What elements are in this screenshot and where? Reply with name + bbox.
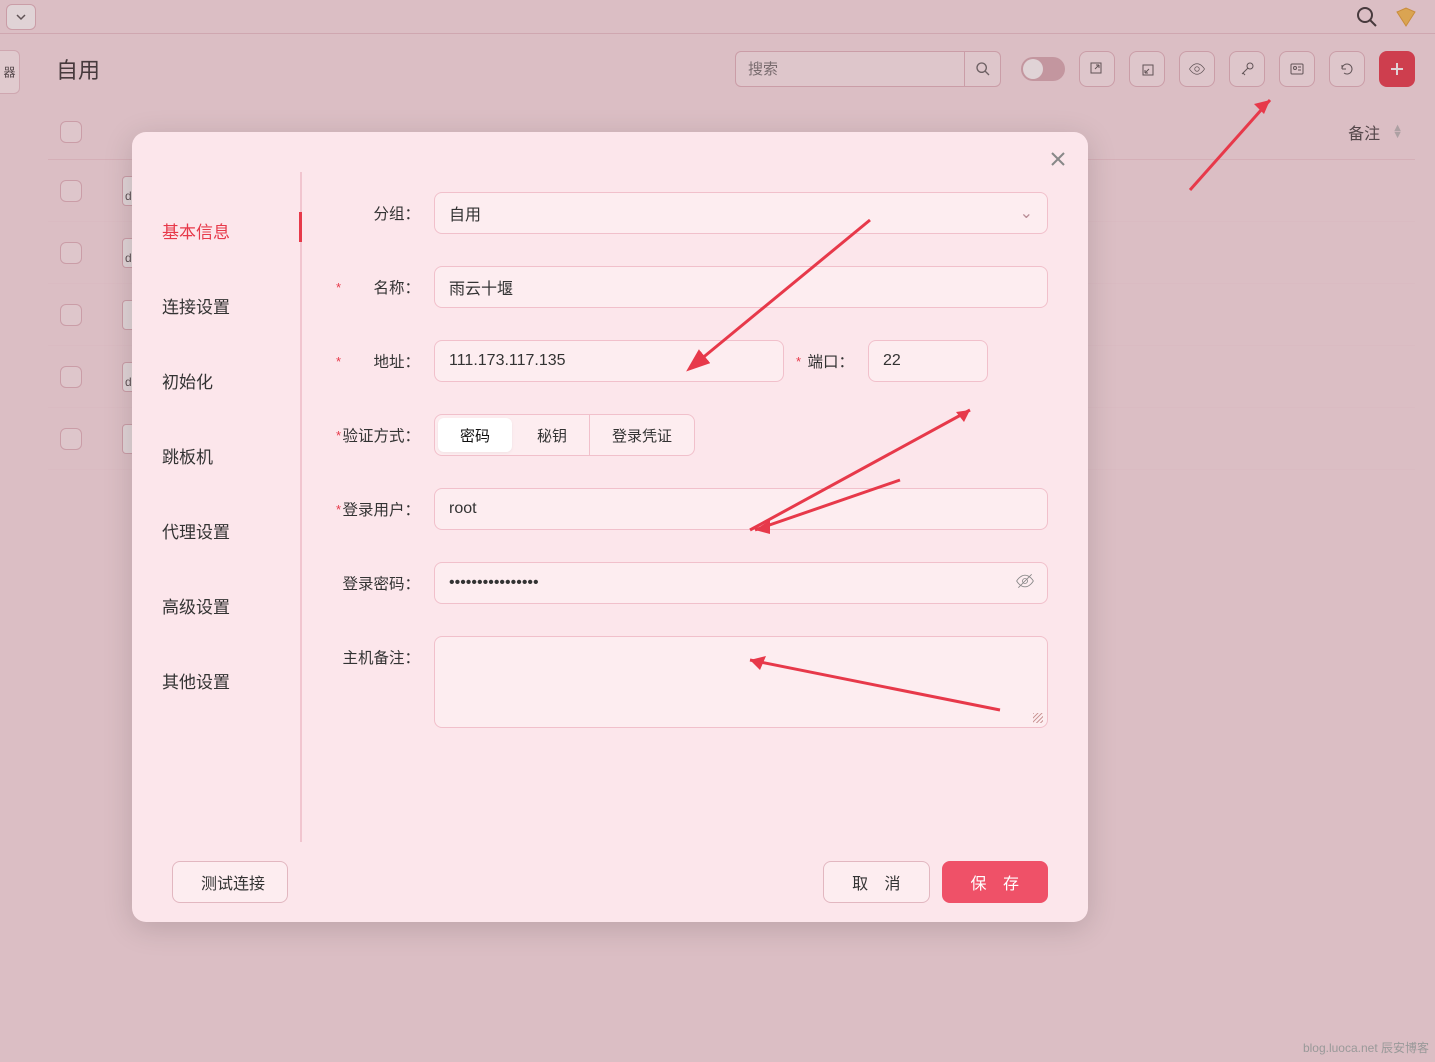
tab-connection[interactable]: 连接设置 [162,293,300,318]
label-name: 名称： [338,276,420,298]
add-host-modal: 基本信息 连接设置 初始化 跳板机 代理设置 高级设置 其他设置 分组： 自用 … [132,132,1088,922]
port-value: 22 [883,352,901,370]
label-port: 端口： [798,350,854,372]
resize-handle-icon[interactable] [1033,713,1043,723]
modal-footer: 测试连接 取 消 保 存 [132,842,1088,922]
tab-jump-host[interactable]: 跳板机 [162,443,300,468]
address-value: 111.173.117.135 [449,352,566,370]
label-remark: 主机备注： [338,646,420,668]
name-value: 雨云十堰 [449,275,513,299]
user-input[interactable]: root [434,488,1048,530]
watermark: blog.luoca.net 辰安博客 [1303,1039,1429,1056]
address-input[interactable]: 111.173.117.135 [434,340,784,382]
tab-proxy[interactable]: 代理设置 [162,518,300,543]
toggle-password-visibility[interactable] [1015,571,1035,596]
close-button[interactable] [1048,148,1068,176]
close-icon [1048,149,1068,169]
password-input[interactable]: •••••••••••••••• [434,562,1048,604]
auth-opt-credential[interactable]: 登录凭证 [590,415,694,455]
label-password: 登录密码： [338,572,420,594]
password-value: •••••••••••••••• [449,574,539,592]
tab-indicator [299,212,302,242]
label-address: 地址： [338,350,420,372]
auth-opt-key[interactable]: 秘钥 [515,415,590,455]
basic-info-form: 分组： 自用 ⌄ 名称： 雨云十堰 地址： 111.173.117.135 端口… [302,172,1048,842]
save-button[interactable]: 保 存 [942,861,1048,903]
auth-opt-password[interactable]: 密码 [438,418,512,452]
cancel-button[interactable]: 取 消 [823,861,929,903]
group-select[interactable]: 自用 ⌄ [434,192,1048,234]
tab-init[interactable]: 初始化 [162,368,300,393]
tab-other[interactable]: 其他设置 [162,668,300,693]
name-input[interactable]: 雨云十堰 [434,266,1048,308]
auth-method-segmented: 密码 秘钥 登录凭证 [434,414,695,456]
test-connection-button[interactable]: 测试连接 [172,861,288,903]
port-input[interactable]: 22 [868,340,988,382]
label-auth: 验证方式： [338,424,420,446]
chevron-down-icon: ⌄ [1020,203,1033,223]
remark-textarea[interactable] [434,636,1048,728]
label-user: 登录用户： [338,498,420,520]
tab-advanced[interactable]: 高级设置 [162,593,300,618]
label-group: 分组： [338,202,420,224]
user-value: root [449,500,477,518]
modal-tab-list: 基本信息 连接设置 初始化 跳板机 代理设置 高级设置 其他设置 [162,172,302,842]
tab-basic-info[interactable]: 基本信息 [162,218,300,243]
group-value: 自用 [449,201,481,225]
eye-off-icon [1015,571,1035,591]
